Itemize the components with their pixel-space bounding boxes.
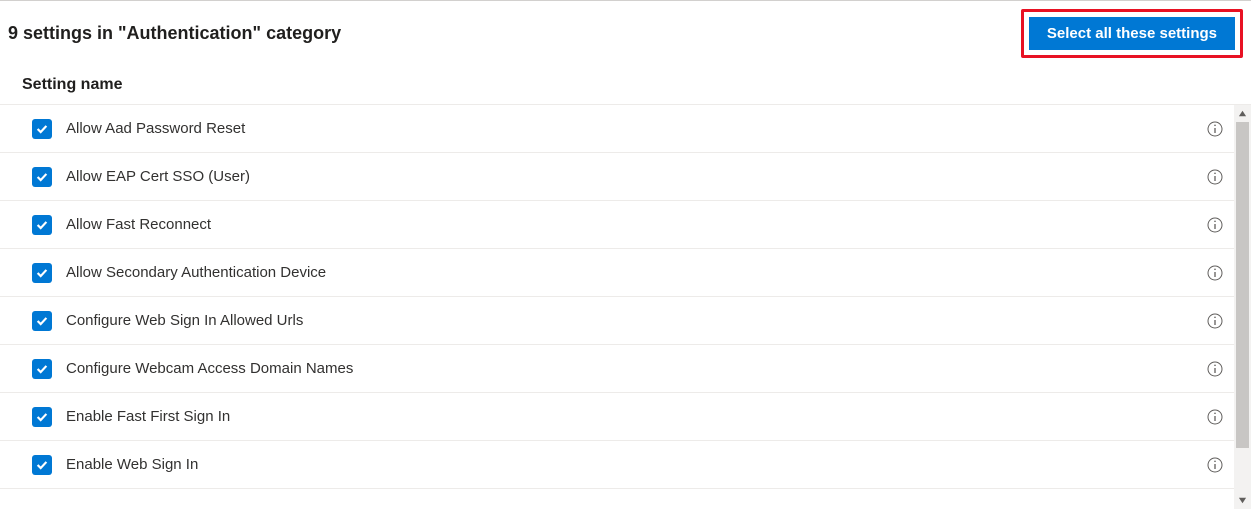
setting-row[interactable]: Configure Web Sign In Allowed Urls — [0, 297, 1251, 345]
scrollbar-vertical[interactable] — [1234, 105, 1251, 509]
setting-row[interactable]: Allow Fast Reconnect — [0, 201, 1251, 249]
panel-header: 9 settings in "Authentication" category … — [0, 9, 1251, 58]
info-icon[interactable] — [1207, 409, 1223, 425]
select-all-highlight-box: Select all these settings — [1021, 9, 1243, 58]
setting-label: Allow EAP Cert SSO (User) — [66, 168, 1207, 185]
setting-label: Configure Web Sign In Allowed Urls — [66, 312, 1207, 329]
setting-label: Allow Aad Password Reset — [66, 120, 1207, 137]
checkbox-checked-icon[interactable] — [32, 215, 52, 235]
setting-row[interactable]: Allow Secondary Authentication Device — [0, 249, 1251, 297]
checkbox-checked-icon[interactable] — [32, 455, 52, 475]
setting-row[interactable]: Configure Webcam Access Domain Names — [0, 345, 1251, 393]
info-icon[interactable] — [1207, 265, 1223, 281]
info-icon[interactable] — [1207, 361, 1223, 377]
checkbox-checked-icon[interactable] — [32, 311, 52, 331]
scrollbar-up-arrow-icon[interactable] — [1234, 105, 1251, 122]
category-title: 9 settings in "Authentication" category — [8, 23, 341, 44]
info-icon[interactable] — [1207, 121, 1223, 137]
info-icon[interactable] — [1207, 313, 1223, 329]
settings-list-container: Allow Aad Password Reset Allow EAP Cert S… — [0, 105, 1251, 509]
column-header-setting-name: Setting name — [0, 66, 1251, 105]
settings-panel: 9 settings in "Authentication" category … — [0, 0, 1251, 520]
scrollbar-thumb[interactable] — [1236, 122, 1249, 448]
info-icon[interactable] — [1207, 457, 1223, 473]
setting-row[interactable]: Enable Fast First Sign In — [0, 393, 1251, 441]
checkbox-checked-icon[interactable] — [32, 263, 52, 283]
checkbox-checked-icon[interactable] — [32, 119, 52, 139]
setting-label: Enable Web Sign In — [66, 456, 1207, 473]
setting-row[interactable]: Allow Aad Password Reset — [0, 105, 1251, 153]
select-all-button[interactable]: Select all these settings — [1029, 17, 1235, 50]
setting-label: Enable Fast First Sign In — [66, 408, 1207, 425]
checkbox-checked-icon[interactable] — [32, 407, 52, 427]
setting-row[interactable]: Enable Web Sign In — [0, 441, 1251, 489]
setting-label: Allow Fast Reconnect — [66, 216, 1207, 233]
setting-row[interactable]: Allow EAP Cert SSO (User) — [0, 153, 1251, 201]
checkbox-checked-icon[interactable] — [32, 359, 52, 379]
setting-label: Allow Secondary Authentication Device — [66, 264, 1207, 281]
settings-list: Allow Aad Password Reset Allow EAP Cert S… — [0, 105, 1251, 509]
info-icon[interactable] — [1207, 169, 1223, 185]
setting-label: Configure Webcam Access Domain Names — [66, 360, 1207, 377]
scrollbar-down-arrow-icon[interactable] — [1234, 492, 1251, 509]
info-icon[interactable] — [1207, 217, 1223, 233]
checkbox-checked-icon[interactable] — [32, 167, 52, 187]
scrollbar-track-area[interactable] — [1234, 122, 1251, 492]
